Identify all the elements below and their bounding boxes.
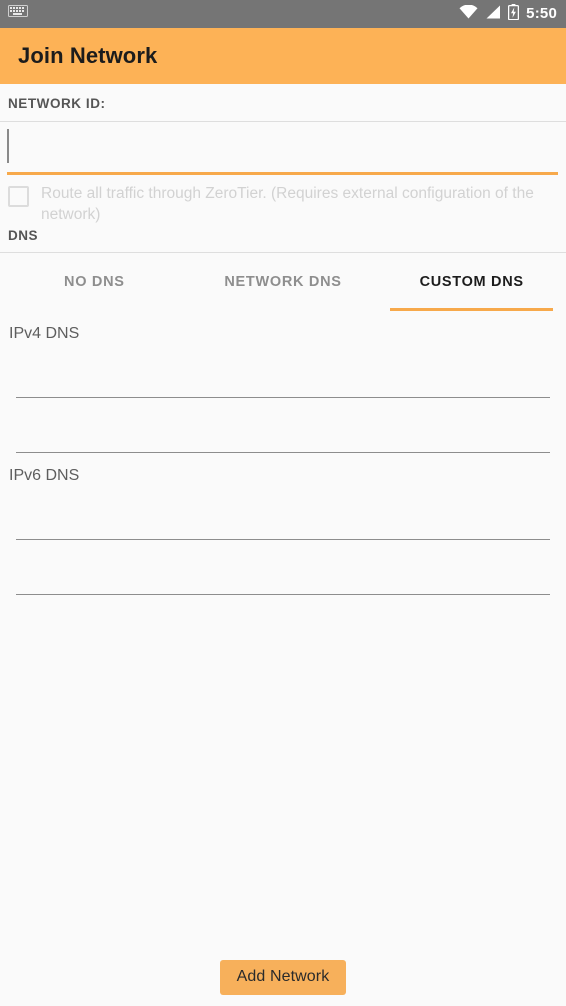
network-id-input[interactable] xyxy=(7,132,555,152)
tab-network-dns[interactable]: NETWORK DNS xyxy=(189,253,378,311)
ipv4-dns-underline-1 xyxy=(16,397,550,398)
footer-bar: Add Network xyxy=(0,948,566,1006)
signal-icon xyxy=(485,5,501,24)
page-title: Join Network xyxy=(18,43,158,68)
dns-tab-bar: NO DNS NETWORK DNS CUSTOM DNS xyxy=(0,253,566,311)
ipv6-dns-group: IPv6 DNS xyxy=(0,453,566,595)
ipv6-dns-label: IPv6 DNS xyxy=(9,467,80,484)
network-id-section-label: NETWORK ID: xyxy=(8,96,106,111)
status-bar-clock: 5:50 xyxy=(526,5,557,22)
ipv6-dns-field-1[interactable] xyxy=(16,496,550,540)
ipv4-dns-group: IPv4 DNS xyxy=(0,311,566,453)
status-bar: 5:50 xyxy=(0,0,566,28)
ipv4-dns-label: IPv4 DNS xyxy=(9,325,80,342)
battery-charging-icon xyxy=(508,3,520,25)
ipv4-dns-input-1[interactable] xyxy=(16,354,550,396)
route-all-traffic-row[interactable]: Route all traffic through ZeroTier. (Req… xyxy=(0,175,566,225)
app-bar: Join Network xyxy=(0,28,566,84)
dns-section-label: DNS xyxy=(8,228,39,243)
add-network-button[interactable]: Add Network xyxy=(219,959,347,995)
ipv6-dns-underline-2 xyxy=(16,594,550,595)
tab-no-dns[interactable]: NO DNS xyxy=(0,253,189,311)
wifi-icon xyxy=(459,4,478,24)
ipv4-dns-input-2[interactable] xyxy=(16,409,550,451)
text-cursor xyxy=(7,129,9,163)
ipv4-dns-field-1[interactable] xyxy=(16,354,550,398)
ipv6-dns-underline-1 xyxy=(16,539,550,540)
route-all-traffic-checkbox[interactable] xyxy=(8,186,29,207)
network-id-field[interactable] xyxy=(0,122,566,175)
route-all-traffic-label: Route all traffic through ZeroTier. (Req… xyxy=(41,185,534,223)
ipv6-dns-input-1[interactable] xyxy=(16,496,550,538)
ipv6-dns-input-2[interactable] xyxy=(16,551,550,593)
ipv4-dns-underline-2 xyxy=(16,452,550,453)
network-id-underline xyxy=(7,172,558,175)
status-bar-right: 5:50 xyxy=(459,3,557,25)
ipv6-dns-field-2[interactable] xyxy=(16,551,550,595)
tab-custom-dns[interactable]: CUSTOM DNS xyxy=(377,253,566,311)
status-bar-left xyxy=(8,4,28,24)
keyboard-icon xyxy=(8,4,28,24)
content-area: NETWORK ID: Route all traffic through Ze… xyxy=(0,84,566,595)
ipv4-dns-field-2[interactable] xyxy=(16,409,550,453)
